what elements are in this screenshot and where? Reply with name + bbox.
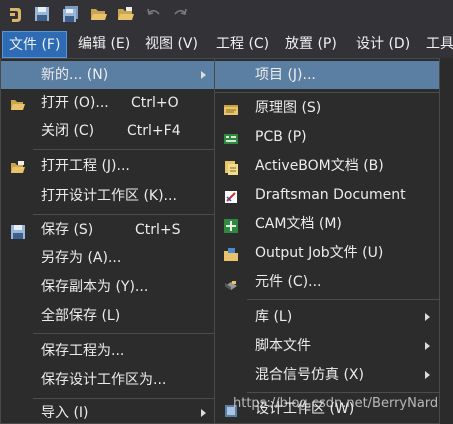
menu-item-label: PCB (P) (255, 129, 307, 145)
menu-place[interactable]: 放置 (P) (279, 31, 343, 58)
menu-item-save-as[interactable]: 另存为 (A)... (1, 244, 214, 272)
menu-item-label: 保存设计工作区为... (41, 372, 167, 388)
cam-icon (223, 216, 239, 233)
menu-item-new-script[interactable]: 脚本文件 (215, 332, 439, 360)
open-project-icon (10, 158, 26, 174)
menu-bar: 文件 (F) 编辑 (E) 视图 (V) 工程 (C) 放置 (P) 设计 (D… (0, 31, 453, 58)
schematic-icon (223, 100, 239, 116)
save-all-icon[interactable] (62, 6, 80, 24)
submenu-arrow-icon (425, 371, 430, 379)
menu-item-shortcut: Ctrl+O (131, 95, 179, 111)
menu-item-label: Output Job文件 (U) (255, 245, 384, 261)
menu-item-label: 脚本文件 (255, 338, 311, 354)
submenu-arrow-icon (425, 342, 430, 350)
menu-item-label: 关闭 (C) (41, 123, 95, 139)
new-submenu: 项目 (J)... 原理图 (S) PCB (P) ActiveBOM文档 (B… (214, 58, 440, 424)
menu-item-import[interactable]: 导入 (I) (1, 399, 214, 424)
menu-item-new-pcb[interactable]: PCB (P) (215, 123, 439, 151)
watermark: https://blog.csdn.net/BerryNard (233, 396, 439, 411)
menu-item-label: 原理图 (S) (255, 100, 322, 116)
menu-item-label: 另存为 (A)... (41, 250, 122, 266)
app-logo-icon[interactable] (6, 6, 24, 24)
menu-separator (247, 392, 439, 393)
menu-item-save-all[interactable]: 全部保存 (L) (1, 302, 214, 330)
menu-item-label: 保存工程为... (41, 343, 125, 359)
menu-item-label: 元件 (C)... (255, 274, 322, 290)
menu-item-open-workspace[interactable]: 打开设计工作区 (K)... (1, 182, 214, 210)
menu-project[interactable]: 工程 (C) (210, 31, 275, 58)
menu-item-label: 新的... (N) (41, 67, 109, 83)
file-menu: 新的... (N) 打开 (O)... Ctrl+O 关闭 (C) Ctrl+F… (0, 58, 215, 424)
menu-item-label: 打开工程 (J)... (41, 158, 130, 174)
submenu-arrow-icon (201, 409, 206, 417)
menu-item-new-cam[interactable]: CAM文档 (M) (215, 210, 439, 238)
menu-separator (247, 299, 439, 300)
open-folder-icon (10, 95, 26, 111)
menu-view[interactable]: 视图 (V) (139, 31, 204, 58)
menu-file[interactable]: 文件 (F) (2, 31, 68, 58)
menu-item-close[interactable]: 关闭 (C) Ctrl+F4 (1, 117, 214, 145)
menu-item-label: Draftsman Document (255, 187, 406, 203)
menu-item-new-draftsman[interactable]: Draftsman Document (215, 181, 439, 209)
menu-item-label: 打开 (O)... (41, 95, 109, 111)
menu-item-save-project-as[interactable]: 保存工程为... (1, 337, 214, 365)
menu-item-save-copy-as[interactable]: 保存副本为 (Y)... (1, 273, 214, 301)
menu-separator (33, 214, 214, 215)
menu-item-new-mixed-sim[interactable]: 混合信号仿真 (X) (215, 361, 439, 389)
menu-design[interactable]: 设计 (D) (350, 31, 416, 58)
bom-icon (223, 158, 239, 175)
menu-item-label: 保存 (S) (41, 222, 94, 238)
submenu-arrow-icon (201, 71, 206, 79)
menu-item-label: 保存副本为 (Y)... (41, 279, 149, 295)
menu-item-label: ActiveBOM文档 (B) (255, 158, 384, 174)
draftsman-icon (223, 187, 239, 203)
component-icon (223, 274, 239, 290)
menu-item-label: CAM文档 (M) (255, 216, 342, 232)
menu-item-label: 全部保存 (L) (41, 308, 121, 324)
menu-item-label: 库 (L) (255, 309, 293, 325)
toolbar (0, 0, 453, 31)
pcb-icon (223, 129, 239, 145)
menu-item-save[interactable]: 保存 (S) Ctrl+S (1, 216, 214, 244)
save-icon (10, 222, 26, 239)
submenu-arrow-icon (425, 313, 430, 321)
menu-item-new[interactable]: 新的... (N) (1, 61, 214, 89)
menu-item-label: 项目 (J)... (255, 67, 316, 83)
menu-tools[interactable]: 工具 (420, 31, 453, 58)
redo-icon[interactable] (172, 6, 190, 24)
output-job-icon (223, 245, 239, 261)
menu-item-save-workspace-as[interactable]: 保存设计工作区为... (1, 366, 214, 394)
menu-separator (33, 149, 214, 150)
menu-item-shortcut: Ctrl+F4 (127, 123, 181, 139)
menu-item-new-activebom[interactable]: ActiveBOM文档 (B) (215, 152, 439, 180)
menu-item-label: 混合信号仿真 (X) (255, 367, 364, 383)
open-project-icon[interactable] (117, 6, 135, 24)
menu-separator (33, 333, 214, 334)
menu-item-new-library[interactable]: 库 (L) (215, 303, 439, 331)
menu-item-new-output-job[interactable]: Output Job文件 (U) (215, 239, 439, 267)
menu-item-shortcut: Ctrl+S (135, 222, 181, 238)
undo-icon[interactable] (146, 6, 164, 24)
menu-item-label: 导入 (I) (41, 405, 89, 421)
menu-item-new-project[interactable]: 项目 (J)... (215, 61, 439, 89)
save-icon[interactable] (34, 6, 52, 24)
menu-item-open[interactable]: 打开 (O)... Ctrl+O (1, 89, 214, 117)
menu-item-label: 打开设计工作区 (K)... (41, 188, 177, 204)
menu-item-open-project[interactable]: 打开工程 (J)... (1, 152, 214, 180)
menu-separator (215, 92, 439, 93)
menu-item-new-schematic[interactable]: 原理图 (S) (215, 94, 439, 122)
menu-item-new-component[interactable]: 元件 (C)... (215, 268, 439, 296)
open-folder-icon[interactable] (90, 6, 108, 24)
menu-edit[interactable]: 编辑 (E) (72, 31, 136, 58)
